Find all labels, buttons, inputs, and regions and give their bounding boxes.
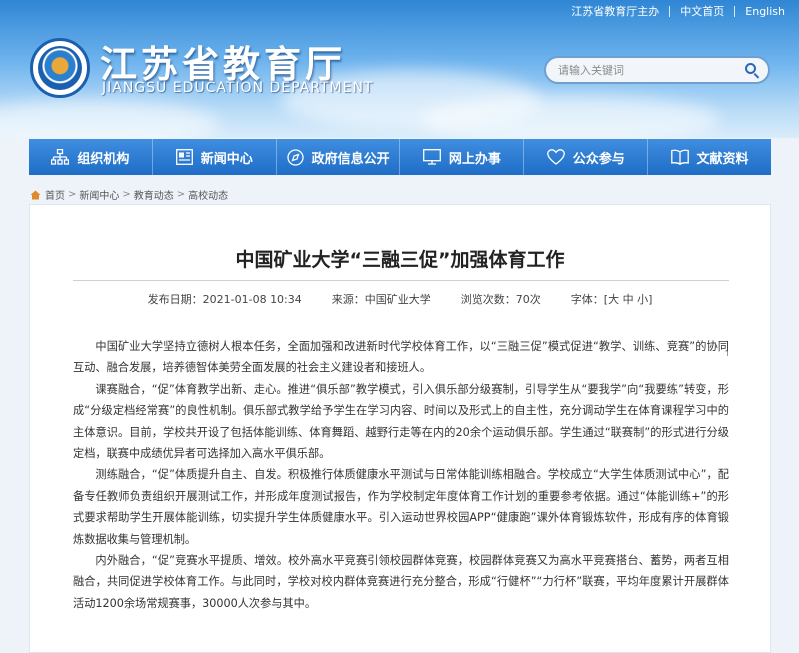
divider	[734, 5, 736, 17]
site-subtitle: JIANGSU EDUCATION DEPARTMENT	[102, 80, 374, 96]
site-header: 江苏省教育厅主办 中文首页 English 江苏省教育厅 JIANGSU EDU…	[0, 0, 799, 138]
sponsor-link[interactable]: 江苏省教育厅主办	[571, 3, 659, 19]
breadcrumb-news-center[interactable]: 新闻中心	[79, 187, 119, 202]
nav-label: 公众参与	[572, 151, 625, 167]
font-size-label: 字体：[	[570, 293, 609, 306]
header-cloud	[420, 95, 720, 138]
book-icon	[670, 149, 689, 165]
article-body: 中国矿业大学坚持立德树人根本任务，全面加强和改进新时代学校体育工作，以“三融三促…	[73, 336, 729, 614]
view-count: 浏览次数：70次	[460, 293, 541, 306]
article-meta: 发布日期：2021-01-08 10:34 来源：中国矿业大学 浏览次数：70次…	[30, 291, 770, 307]
font-size-large[interactable]: 大	[608, 293, 619, 306]
article-panel: 中国矿业大学“三融三促”加强体育工作 发布日期：2021-01-08 10:34…	[29, 204, 771, 653]
font-size-bracket: ]	[648, 293, 653, 306]
info-disclosure-icon	[286, 148, 304, 166]
font-size-small[interactable]: 小	[637, 293, 648, 306]
article-paragraph: 内外融合，“促”竞赛水平提质、增效。校外高水平竞赛引领校园群体竞赛，校园群体竞赛…	[73, 554, 729, 610]
top-links-bar: 江苏省教育厅主办 中文首页 English	[571, 3, 785, 19]
nav-item-news[interactable]: 新闻中心	[153, 139, 277, 175]
org-chart-icon	[51, 149, 70, 165]
nav-label: 政府信息公开	[311, 151, 390, 167]
nav-item-public-participation[interactable]: 公众参与	[524, 139, 649, 175]
article-paragraph: 测练融合，“促”体质提升自主、自发。积极推行体质健康水平测试与日常体能训练相融合…	[73, 468, 729, 546]
nav-item-online-services[interactable]: 网上办事	[400, 139, 525, 175]
font-size-controls: 字体：[大 中 小]	[571, 291, 653, 307]
breadcrumb-university-news[interactable]: 高校动态	[188, 187, 228, 202]
header-cloud	[0, 100, 220, 138]
breadcrumb: 首页 > 新闻中心 > 教育动态 > 高校动态	[30, 187, 228, 202]
article-source: 来源：中国矿业大学	[331, 293, 431, 306]
english-link[interactable]: English	[745, 5, 785, 18]
article-title: 中国矿业大学“三融三促”加强体育工作	[235, 249, 565, 271]
breadcrumb-separator: >	[176, 189, 186, 200]
news-icon	[175, 149, 193, 165]
nav-label: 新闻中心	[200, 151, 253, 167]
monitor-icon	[422, 149, 441, 165]
emblem-icon	[38, 46, 82, 90]
publish-date: 发布日期：2021-01-08 10:34	[147, 293, 302, 306]
nav-item-organization[interactable]: 组织机构	[29, 139, 153, 175]
breadcrumb-separator: >	[122, 189, 131, 200]
breadcrumb-home[interactable]: 首页	[45, 187, 65, 202]
search-box	[544, 56, 770, 84]
search-icon[interactable]	[744, 62, 760, 79]
breadcrumb-separator: >	[68, 189, 77, 200]
chinese-home-link[interactable]: 中文首页	[680, 3, 724, 19]
nav-label: 组织机构	[77, 151, 130, 167]
divider	[669, 5, 671, 17]
nav-label: 文献资料	[696, 151, 749, 167]
article-paragraph: 课赛融合，“促”体育教学出新、走心。推进“俱乐部”教学模式，引入俱乐部分级赛制，…	[73, 382, 729, 461]
breadcrumb-education-news[interactable]: 教育动态	[134, 187, 174, 202]
font-size-medium[interactable]: 中	[623, 293, 634, 306]
main-nav: 组织机构 新闻中心 政府信息公开 网上办事 公众参与 文献资料	[29, 139, 771, 175]
nav-label: 网上办事	[448, 151, 501, 167]
search-input[interactable]	[558, 63, 744, 77]
nav-item-info-disclosure[interactable]: 政府信息公开	[277, 139, 401, 175]
article-paragraph: 中国矿业大学坚持立德树人根本任务，全面加强和改进新时代学校体育工作，以“三融三促…	[73, 340, 729, 375]
heart-icon	[546, 149, 565, 165]
title-divider	[73, 280, 729, 281]
department-logo[interactable]	[30, 38, 90, 98]
home-icon	[30, 190, 41, 199]
nav-item-documents[interactable]: 文献资料	[648, 139, 771, 175]
